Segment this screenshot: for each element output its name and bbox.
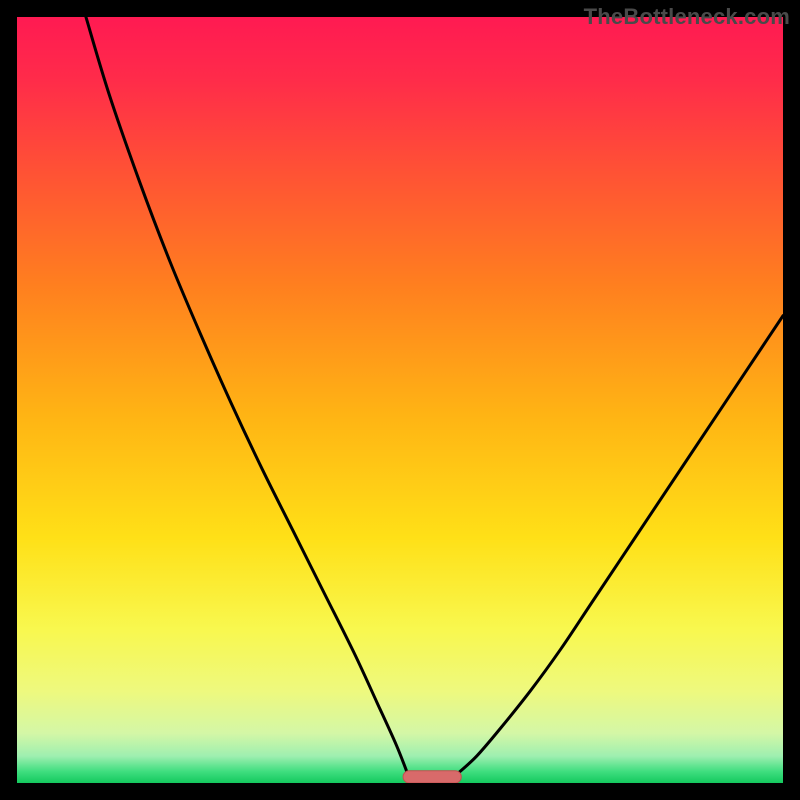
gradient-background [17, 17, 783, 783]
plot-area [17, 17, 783, 783]
bottleneck-marker [403, 771, 461, 783]
bottleneck-chart-svg [17, 17, 783, 783]
chart-frame: TheBottleneck.com [0, 0, 800, 800]
watermark-text: TheBottleneck.com [584, 4, 790, 30]
